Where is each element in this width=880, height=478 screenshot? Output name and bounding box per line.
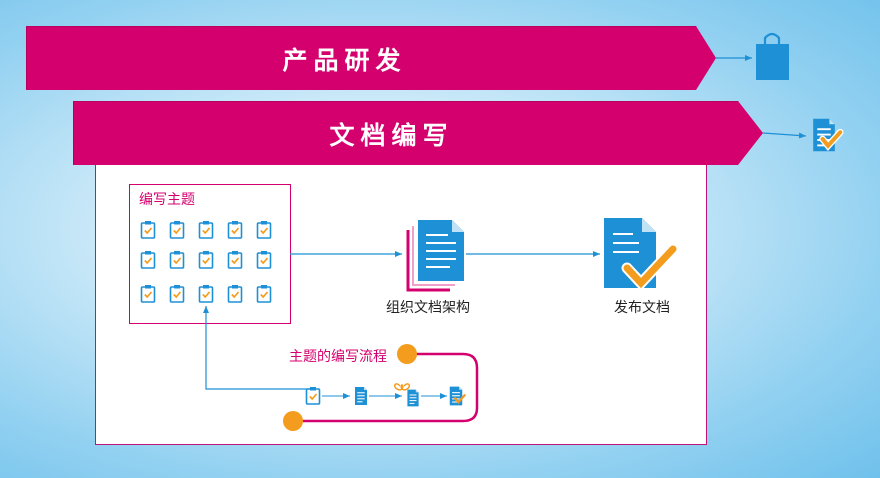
topic-flow-loop [293,352,479,423]
flow-feedback-arrow [203,306,310,390]
document-check-icon [813,118,844,152]
clipboard-grid [140,220,272,303]
document-stack-icon [406,220,464,292]
publish-document-icon [604,218,679,292]
diagram-graphics [140,32,844,431]
flow-end-dot [283,411,303,431]
shopping-bag-icon [756,32,789,80]
flow-document-icon-2 [407,389,419,407]
flow-start-dot [397,344,417,364]
infinity-loop-icon [393,383,411,391]
flow-document-check-icon [449,386,466,406]
flow-document-icon [355,387,367,405]
doc-connector [762,132,807,139]
flow-clipboard-icon [305,386,321,405]
